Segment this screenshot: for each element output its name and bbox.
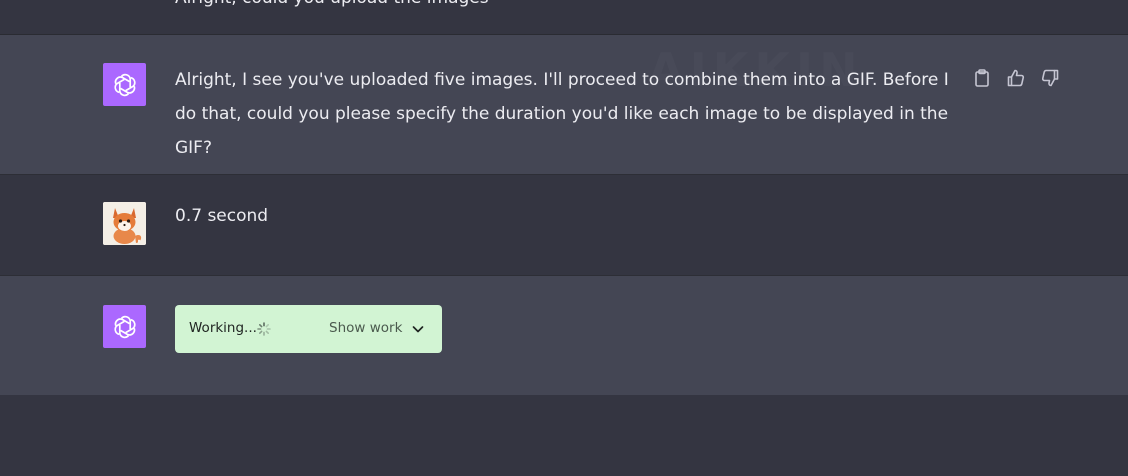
chevron-down-icon[interactable] [411, 322, 425, 336]
thumbs-down-button[interactable] [1040, 68, 1060, 88]
clipped-previous-text: Alright, could you upload the images [175, 0, 489, 8]
previous-message-strip: Alright, could you upload the images [0, 0, 1128, 35]
thumbs-up-button[interactable] [1006, 68, 1026, 88]
openai-logo-icon [113, 73, 136, 96]
thumbs-up-icon [1007, 69, 1025, 87]
user-avatar [103, 202, 146, 245]
copy-icon [975, 69, 989, 87]
loading-spinner-icon [257, 322, 271, 336]
assistant-message-row: AIKKIN Alright, I see you've uploaded fi… [0, 35, 1128, 175]
assistant-message-text: Alright, I see you've uploaded five imag… [175, 70, 949, 158]
fox-avatar-icon [103, 202, 146, 245]
working-label: Working... [189, 320, 257, 336]
assistant-avatar [103, 63, 146, 106]
assistant-avatar [103, 305, 146, 348]
show-work-toggle[interactable]: Show work [329, 320, 402, 336]
user-message-row: 0.7 second [0, 175, 1128, 276]
chat-page: Alright, could you upload the images AIK… [0, 0, 1128, 476]
assistant-working-row: Working... Show work [0, 276, 1128, 395]
openai-logo-icon [113, 315, 136, 338]
message-actions [972, 68, 1060, 88]
thumbs-down-icon [1041, 69, 1059, 87]
user-message-text: 0.7 second [175, 206, 269, 226]
working-status-box: Working... Show work [175, 305, 442, 353]
copy-button[interactable] [972, 68, 992, 88]
